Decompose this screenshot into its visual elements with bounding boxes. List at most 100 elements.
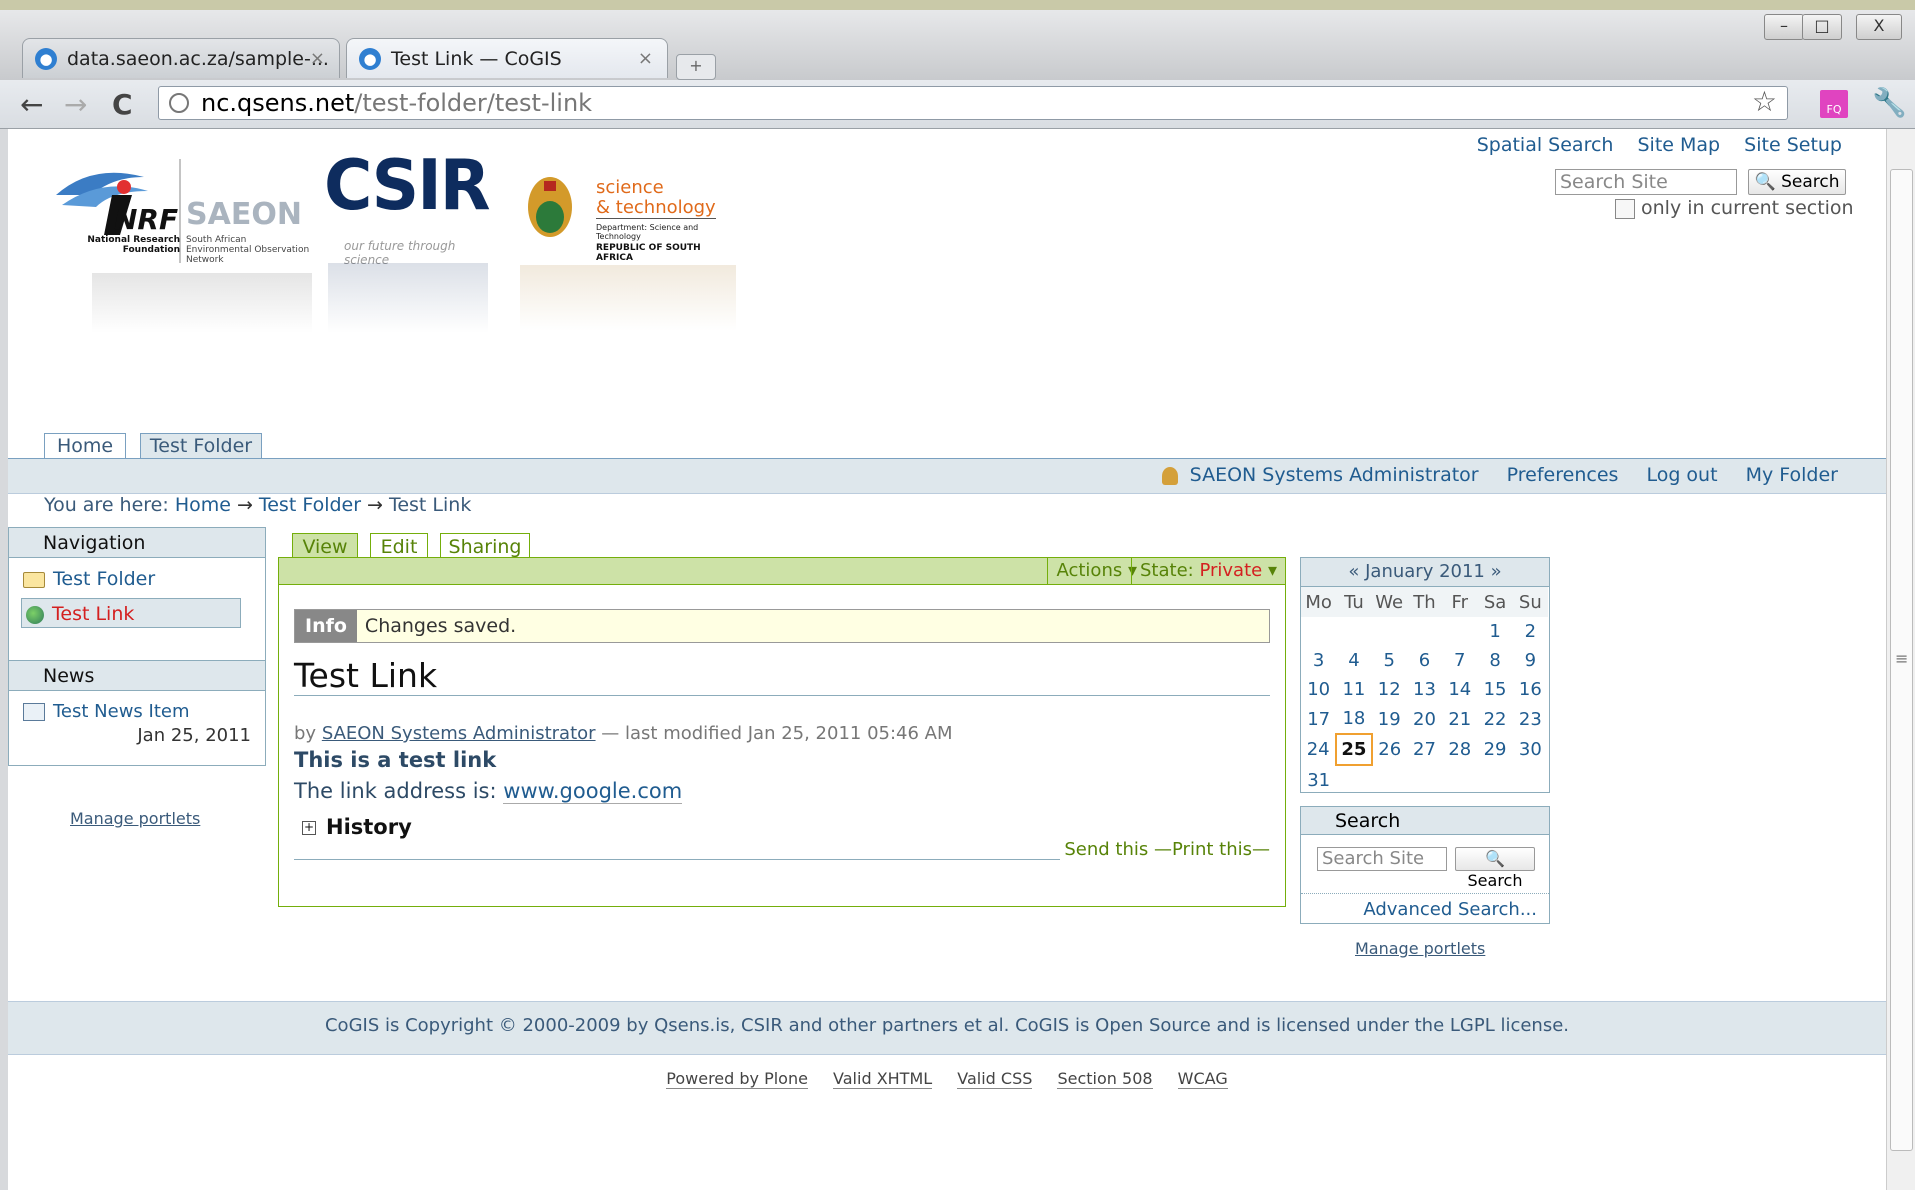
breadcrumb-prefix: You are here: xyxy=(44,494,169,516)
link-address-label: The link address is: xyxy=(294,779,497,803)
saeon-text: SAEON xyxy=(186,197,302,232)
section-508-link[interactable]: Section 508 xyxy=(1057,1069,1153,1089)
link-url[interactable]: www.google.com xyxy=(503,779,683,804)
nav-item-label: Test Link xyxy=(52,603,135,625)
calendar-day: 30 xyxy=(1518,739,1542,760)
magnifier-icon: 🔍 xyxy=(1754,172,1776,192)
search-button-label: Search xyxy=(1467,871,1523,890)
advanced-search-link[interactable]: Advanced Search... xyxy=(1363,899,1537,920)
csir-logo: CSIR our future through science xyxy=(324,145,494,337)
state-menu[interactable]: State: Private ▾ xyxy=(1131,558,1285,584)
calendar-day: 23 xyxy=(1518,708,1542,730)
header-search-button[interactable]: 🔍 Search xyxy=(1748,169,1846,195)
tab-close-icon[interactable]: × xyxy=(310,48,325,69)
valid-xhtml-link[interactable]: Valid XHTML xyxy=(833,1069,933,1089)
calendar-day: 12 xyxy=(1377,679,1401,700)
calendar-empty-cell xyxy=(1407,765,1442,795)
chrome-favicon-icon: ● xyxy=(359,47,381,70)
preferences-link[interactable]: Preferences xyxy=(1507,464,1619,486)
site-action-site-map[interactable]: Site Map xyxy=(1638,134,1721,156)
window-close-button[interactable]: X xyxy=(1856,14,1902,40)
breadcrumb-current: Test Link xyxy=(388,494,472,516)
calendar-day: 25 xyxy=(1335,733,1373,766)
nav-item-test-link[interactable]: Test Link xyxy=(21,598,241,628)
maximize-button[interactable]: □ xyxy=(1802,14,1842,40)
calendar-day: 7 xyxy=(1454,650,1466,671)
dst-logo: science & technology Department: Science… xyxy=(520,173,740,333)
browser-tab-saeon[interactable]: ● data.saeon.ac.za/sample-... × xyxy=(22,38,340,78)
weekday-header: Mo xyxy=(1301,587,1337,617)
global-tab-test-folder[interactable]: Test Folder xyxy=(140,433,262,459)
wrench-menu-icon[interactable]: 🔧 xyxy=(1872,86,1907,119)
calendar-day: 16 xyxy=(1518,679,1542,700)
tab-label: Test Link — CoGIS xyxy=(391,47,562,70)
reload-icon[interactable]: C xyxy=(112,88,133,121)
content-actions-bar: Actions ▾ State: Private ▾ xyxy=(278,557,1286,585)
footer: CoGIS is Copyright © 2000-2009 by Qsens.… xyxy=(8,1001,1886,1055)
only-current-section-option[interactable]: only in current section xyxy=(1615,197,1854,219)
tab-close-icon[interactable]: × xyxy=(638,48,653,69)
calendar-day: 28 xyxy=(1448,739,1472,760)
calendar-day: 10 xyxy=(1307,679,1331,700)
calendar-empty-cell xyxy=(1442,765,1477,795)
browser-tab-test-link[interactable]: ● Test Link — CoGIS × xyxy=(346,38,668,78)
vertical-scrollbar[interactable]: ≡ xyxy=(1886,129,1915,1190)
calendar-empty-cell xyxy=(1372,617,1407,646)
history-toggle[interactable]: + History xyxy=(302,815,412,839)
news-portlet: News Test News Item Jan 25, 2011 xyxy=(8,660,266,766)
author-link[interactable]: SAEON Systems Administrator xyxy=(322,723,596,744)
calendar-portlet: « January 2011 » Mo Tu We Th Fr Sa Su 12345678… xyxy=(1300,557,1550,793)
calendar-day: 3 xyxy=(1312,650,1325,671)
logo-reflection xyxy=(92,273,312,333)
last-modified: — last modified Jan 25, 2011 05:46 AM xyxy=(601,723,953,744)
site-action-site-setup[interactable]: Site Setup xyxy=(1744,134,1842,156)
weekday-header: Th xyxy=(1406,587,1443,617)
calendar-day: 8 xyxy=(1489,650,1501,671)
user-icon xyxy=(1161,466,1178,485)
personal-bar: SAEON Systems Administrator Preferences … xyxy=(8,458,1886,494)
wcag-link[interactable]: WCAG xyxy=(1177,1069,1228,1089)
header-search-input[interactable]: Search Site xyxy=(1555,169,1737,195)
browser-toolbar: ← → C nc.qsens.net/test-folder/test-link… xyxy=(0,80,1915,129)
address-bar[interactable]: nc.qsens.net/test-folder/test-link ☆ xyxy=(158,86,1788,120)
calendar-day: 1 xyxy=(1489,621,1501,642)
calendar-header[interactable]: « January 2011 » xyxy=(1301,558,1549,587)
my-folder-link[interactable]: My Folder xyxy=(1746,464,1838,486)
checkbox[interactable] xyxy=(1615,198,1635,219)
manage-portlets-left[interactable]: Manage portlets xyxy=(70,809,200,828)
calendar-empty-cell xyxy=(1513,765,1548,795)
search-button-label: Search xyxy=(1781,172,1840,192)
nav-item-test-folder[interactable]: Test Folder xyxy=(23,568,155,590)
print-this-link[interactable]: Print this xyxy=(1172,839,1252,860)
site-action-spatial-search[interactable]: Spatial Search xyxy=(1477,134,1614,156)
global-tab-home[interactable]: Home xyxy=(44,433,126,459)
user-name-link[interactable]: SAEON Systems Administrator xyxy=(1190,464,1479,486)
send-this-link[interactable]: Send this xyxy=(1064,839,1148,860)
manage-portlets-right[interactable]: Manage portlets xyxy=(1355,939,1485,958)
fq-extension-icon[interactable]: FQ xyxy=(1820,90,1848,118)
weekday-header: Su xyxy=(1512,587,1548,617)
status-label: Info xyxy=(295,610,357,642)
portlet-search-button[interactable]: 🔍 Search xyxy=(1455,847,1535,890)
forward-arrow-icon[interactable]: → xyxy=(64,88,87,121)
back-arrow-icon[interactable]: ← xyxy=(20,88,43,121)
powered-by-plone-link[interactable]: Powered by Plone xyxy=(666,1069,808,1089)
news-item-title: Test News Item xyxy=(53,701,190,722)
calendar-empty-cell xyxy=(1301,617,1336,646)
dst-science-text: science xyxy=(596,177,664,198)
calendar-day: 18 xyxy=(1342,708,1366,729)
new-tab-button[interactable]: + xyxy=(676,54,716,80)
bookmark-star-icon[interactable]: ☆ xyxy=(1752,86,1777,118)
news-item[interactable]: Test News Item xyxy=(23,701,190,722)
saeon-subtext: South African Environmental Observation … xyxy=(186,235,310,265)
logout-link[interactable]: Log out xyxy=(1646,464,1717,486)
portlet-search-input[interactable]: Search Site xyxy=(1317,847,1447,871)
valid-css-link[interactable]: Valid CSS xyxy=(957,1069,1033,1089)
portlet-header: Search xyxy=(1301,807,1549,835)
breadcrumb-test-folder[interactable]: Test Folder xyxy=(259,494,361,516)
breadcrumb-home[interactable]: Home xyxy=(175,494,231,516)
calendar-grid: Mo Tu We Th Fr Sa Su 1 2 3 4 5 6 7 8 9 10 11 12 13 14 15 16 17… xyxy=(1301,587,1549,795)
minimize-button[interactable]: – xyxy=(1764,14,1804,40)
calendar-day: 27 xyxy=(1413,739,1436,760)
calendar-day: 24 xyxy=(1306,739,1330,760)
